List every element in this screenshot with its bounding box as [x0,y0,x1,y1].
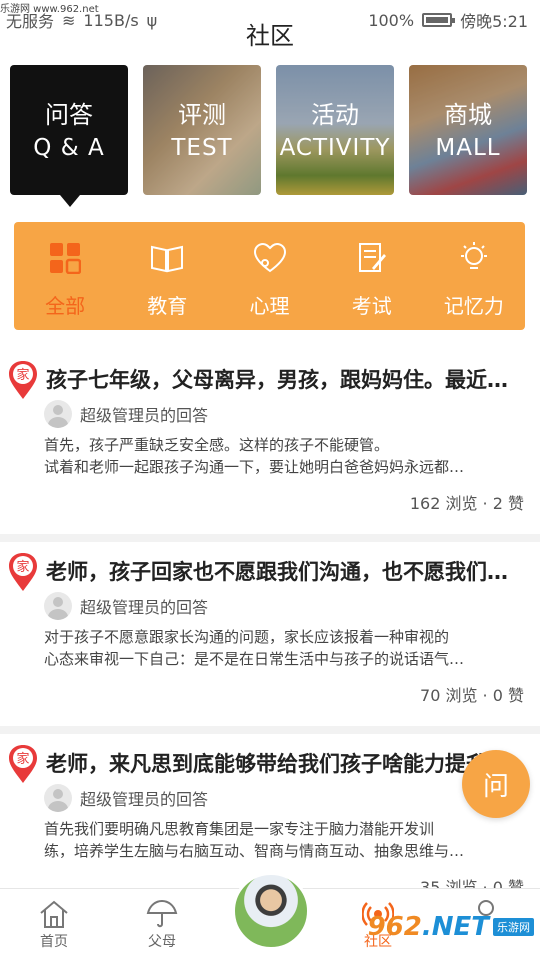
filter-education[interactable]: 教育 [116,222,218,330]
filter-psychology[interactable]: 心理 [218,222,320,330]
exam-icon [321,238,423,278]
parent-badge-icon: 家 [9,745,37,783]
answer-author: 超级管理员的回答 [44,400,208,428]
answer-author-label: 超级管理员的回答 [80,406,209,425]
parent-badge-icon: 家 [9,553,37,591]
answer-author: 超级管理员的回答 [44,784,208,812]
heart-icon [218,238,320,278]
category-cards: 问答 Q & A 评测 TEST 活动 ACTIVITY 商城 MALL [10,65,532,195]
list-item[interactable]: 家 孩子七年级，父母离异，男孩，跟妈妈住。最近… 超级管理员的回答 首先，孩子严… [0,350,540,542]
nav-parents-label: 父母 [148,934,176,950]
ask-question-button[interactable]: 问 [462,750,530,818]
filter-all[interactable]: 全部 [14,222,116,330]
excerpt-line: 试着和老师一起跟孩子沟通一下，要让她明白爸爸妈妈永远都… [44,458,465,476]
post-stats: 162 浏览 · 2 赞 [409,494,524,513]
svg-text:家: 家 [16,367,29,383]
question-list: 家 孩子七年级，父母离异，男孩，跟妈妈住。最近… 超级管理员的回答 首先，孩子严… [0,350,540,926]
excerpt-line: 心态来审视一下自己：是不是在日常生活中与孩子的说话语气… [44,650,465,668]
answer-excerpt: 对于孩子不愿意跟家长沟通的问题，家长应该报着一种审视的 心态来审视一下自己：是不… [44,626,528,670]
avatar [44,784,72,812]
filter-education-label: 教育 [147,294,188,318]
filter-all-label: 全部 [45,294,86,318]
book-icon [116,238,218,278]
site-watermark: 962.NET 乐游网 [368,912,534,942]
page-title: 社区 [246,22,294,50]
excerpt-line: 首先我们要明确凡思教育集团是一家专注于脑力潜能开发训 [44,820,435,838]
nav-parents[interactable]: 父母 [108,889,216,960]
grid-icon [14,238,116,278]
card-test[interactable]: 评测 TEST [143,65,261,195]
card-mall-subtitle: MALL [435,135,501,161]
excerpt-line: 对于孩子不愿意跟家长沟通的问题，家长应该报着一种审视的 [44,628,450,646]
filter-memory-label: 记忆力 [443,294,504,318]
card-activity[interactable]: 活动 ACTIVITY [276,65,394,195]
watermark-logo: 962.NET [368,912,489,942]
answer-author: 超级管理员的回答 [44,592,208,620]
post-stats: 70 浏览 · 0 赞 [420,686,524,705]
filter-psychology-label: 心理 [249,294,290,318]
topic-filter-bar: 全部 教育 心理 考试 记忆力 [14,222,525,330]
card-test-subtitle: TEST [171,135,233,161]
svg-text:家: 家 [16,559,29,575]
active-card-pointer [60,195,80,207]
nav-home[interactable]: 首页 [0,889,108,960]
card-image [276,65,394,195]
card-image [409,65,527,195]
card-qa-title: 问答 [45,101,93,129]
card-activity-title: 活动 [311,101,359,129]
card-image [143,65,261,195]
card-activity-subtitle: ACTIVITY [279,135,391,161]
excerpt-line: 首先，孩子严重缺乏安全感。这样的孩子不能硬管。 [44,436,390,454]
filter-memory[interactable]: 记忆力 [423,222,525,330]
filter-exam[interactable]: 考试 [321,222,423,330]
question-title[interactable]: 老师，孩子回家也不愿跟我们沟通，也不愿我们… [46,556,526,586]
question-title[interactable]: 孩子七年级，父母离异，男孩，跟妈妈住。最近… [46,364,526,394]
card-qa[interactable]: 问答 Q & A [10,65,128,195]
avatar [44,400,72,428]
answer-author-label: 超级管理员的回答 [80,790,209,809]
card-mall-title: 商城 [444,101,492,129]
card-test-title: 评测 [178,101,226,129]
parent-badge-icon: 家 [9,361,37,399]
nav-home-label: 首页 [40,934,68,950]
excerpt-line: 练，培养学生左脑与右脑互动、智商与情商互动、抽象思维与… [44,842,465,860]
watermark-logo-net: .NET [421,912,489,942]
avatar [44,592,72,620]
bulb-icon [423,238,525,278]
svg-text:家: 家 [16,751,29,767]
answer-excerpt: 首先，孩子严重缺乏安全感。这样的孩子不能硬管。 试着和老师一起跟孩子沟通一下，要… [44,434,528,478]
answer-author-label: 超级管理员的回答 [80,598,209,617]
answer-excerpt: 首先我们要明确凡思教育集团是一家专注于脑力潜能开发训 练，培养学生左脑与右脑互动… [44,818,528,862]
list-item[interactable]: 家 老师，孩子回家也不愿跟我们沟通，也不愿我们… 超级管理员的回答 对于孩子不愿… [0,542,540,734]
filter-exam-label: 考试 [351,294,392,318]
center-avatar-button[interactable] [232,872,310,950]
question-title[interactable]: 老师，来凡思到底能够带给我们孩子啥能力提升？ [46,748,526,778]
umbrella-icon [108,899,216,931]
watermark-sub: 乐游网 [493,918,534,936]
card-qa-subtitle: Q & A [33,135,105,161]
watermark-logo-num: 962 [367,912,422,942]
card-mall[interactable]: 商城 MALL [409,65,527,195]
home-icon [0,899,108,931]
